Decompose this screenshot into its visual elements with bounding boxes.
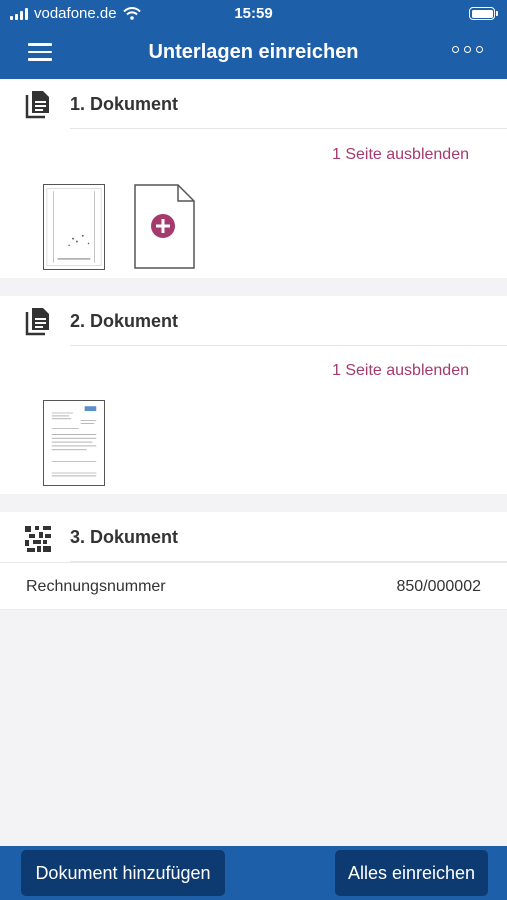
add-document-button[interactable]: Dokument hinzufügen xyxy=(21,850,225,896)
document-section-1: 1. Dokument 1 Seite ausblenden xyxy=(0,79,507,278)
document-section-3: 3. Dokument xyxy=(0,512,507,562)
status-bar: vodafone.de 15:59 xyxy=(0,0,507,28)
hide-page-link[interactable]: 1 Seite ausblenden xyxy=(332,362,469,380)
qr-code-icon xyxy=(25,526,51,552)
document-title: 2. Dokument xyxy=(70,311,179,331)
page-thumbnail[interactable] xyxy=(43,184,105,270)
document-copy-icon xyxy=(25,91,49,119)
add-page-button[interactable] xyxy=(134,184,196,270)
navigation-bar: Unterlagen einreichen xyxy=(0,28,507,79)
divider xyxy=(70,345,507,346)
submit-all-button[interactable]: Alles einreichen xyxy=(335,850,488,896)
document-section-2: 2. Dokument 1 Seite ausblenden xyxy=(0,296,507,494)
page-thumbnail[interactable] xyxy=(43,400,105,486)
battery-icon xyxy=(469,7,498,20)
status-time: 15:59 xyxy=(234,5,273,22)
document-header: 3. Dokument xyxy=(0,512,507,562)
document-header: 1. Dokument xyxy=(0,79,507,129)
field-label: Rechnungsnummer xyxy=(26,578,166,595)
more-options-icon[interactable] xyxy=(452,46,483,53)
document-copy-icon xyxy=(25,308,49,336)
field-row-invoice-number: Rechnungsnummer 850/000002 xyxy=(0,562,507,610)
document-title: 1. Dokument xyxy=(70,94,179,114)
app-header: vodafone.de 15:59 Unterlagen einreichen xyxy=(0,0,507,79)
field-value: 850/000002 xyxy=(396,578,481,595)
page-title: Unterlagen einreichen xyxy=(148,41,359,63)
document-header: 2. Dokument xyxy=(0,296,507,346)
hide-page-link[interactable]: 1 Seite ausblenden xyxy=(332,146,469,164)
document-title: 3. Dokument xyxy=(70,527,179,547)
bottom-action-bar: Dokument hinzufügen Alles einreichen xyxy=(0,846,507,900)
divider xyxy=(70,128,507,129)
